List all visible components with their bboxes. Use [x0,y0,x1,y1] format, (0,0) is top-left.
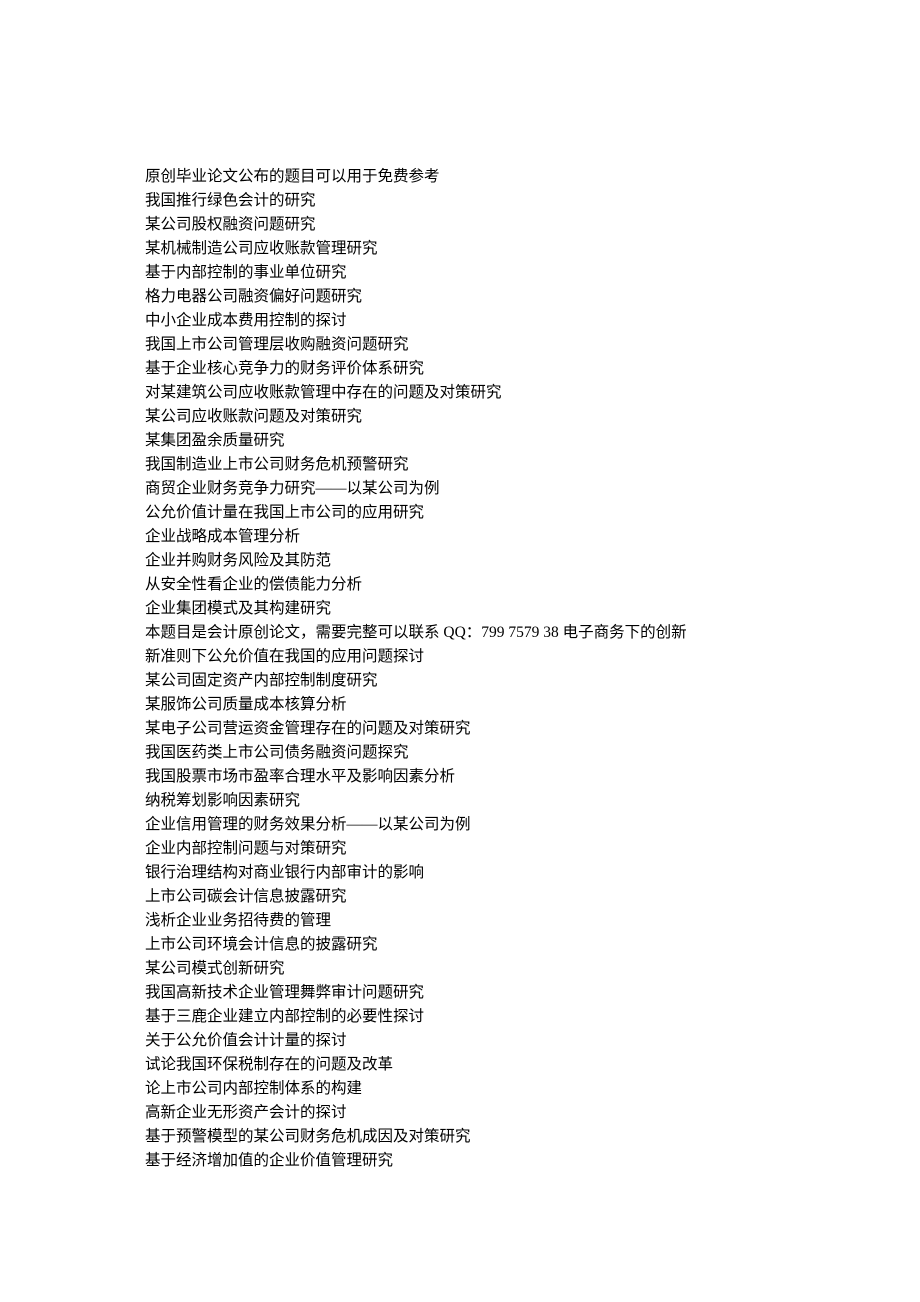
text-line: 格力电器公司融资偏好问题研究 [145,285,920,309]
text-line: 纳税筹划影响因素研究 [145,789,920,813]
text-line: 原创毕业论文公布的题目可以用于免费参考 [145,165,920,189]
text-line: 中小企业成本费用控制的探讨 [145,309,920,333]
text-line: 试论我国环保税制存在的问题及改革 [145,1053,920,1077]
text-line: 某集团盈余质量研究 [145,429,920,453]
text-line: 对某建筑公司应收账款管理中存在的问题及对策研究 [145,381,920,405]
text-line: 某电子公司营运资金管理存在的问题及对策研究 [145,717,920,741]
text-line: 新准则下公允价值在我国的应用问题探讨 [145,645,920,669]
text-line: 公允价值计量在我国上市公司的应用研究 [145,501,920,525]
document-content: 原创毕业论文公布的题目可以用于免费参考我国推行绿色会计的研究某公司股权融资问题研… [145,165,920,1173]
text-line: 论上市公司内部控制体系的构建 [145,1077,920,1101]
text-line: 银行治理结构对商业银行内部审计的影响 [145,861,920,885]
text-line: 某机械制造公司应收账款管理研究 [145,237,920,261]
text-line: 上市公司环境会计信息的披露研究 [145,933,920,957]
text-line: 我国股票市场市盈率合理水平及影响因素分析 [145,765,920,789]
text-line: 企业内部控制问题与对策研究 [145,837,920,861]
text-line: 上市公司碳会计信息披露研究 [145,885,920,909]
text-line: 我国推行绿色会计的研究 [145,189,920,213]
text-line: 企业信用管理的财务效果分析——以某公司为例 [145,813,920,837]
text-line: 某公司应收账款问题及对策研究 [145,405,920,429]
text-line: 浅析企业业务招待费的管理 [145,909,920,933]
text-line: 关于公允价值会计计量的探讨 [145,1029,920,1053]
text-line: 基于预警模型的某公司财务危机成因及对策研究 [145,1125,920,1149]
text-line: 企业并购财务风险及其防范 [145,549,920,573]
text-line: 某公司固定资产内部控制制度研究 [145,669,920,693]
text-line: 我国医药类上市公司债务融资问题探究 [145,741,920,765]
text-line: 企业战略成本管理分析 [145,525,920,549]
text-line: 某服饰公司质量成本核算分析 [145,693,920,717]
text-line: 商贸企业财务竞争力研究——以某公司为例 [145,477,920,501]
text-line: 我国上市公司管理层收购融资问题研究 [145,333,920,357]
text-line: 基于三鹿企业建立内部控制的必要性探讨 [145,1005,920,1029]
text-line: 我国高新技术企业管理舞弊审计问题研究 [145,981,920,1005]
text-line: 本题目是会计原创论文，需要完整可以联系 QQ：799 7579 38 电子商务下… [145,621,920,645]
text-line: 基于企业核心竞争力的财务评价体系研究 [145,357,920,381]
text-line: 企业集团模式及其构建研究 [145,597,920,621]
text-line: 基于内部控制的事业单位研究 [145,261,920,285]
text-line: 从安全性看企业的偿债能力分析 [145,573,920,597]
text-line: 高新企业无形资产会计的探讨 [145,1101,920,1125]
text-line: 某公司股权融资问题研究 [145,213,920,237]
text-line: 某公司模式创新研究 [145,957,920,981]
text-line: 基于经济增加值的企业价值管理研究 [145,1149,920,1173]
text-line: 我国制造业上市公司财务危机预警研究 [145,453,920,477]
